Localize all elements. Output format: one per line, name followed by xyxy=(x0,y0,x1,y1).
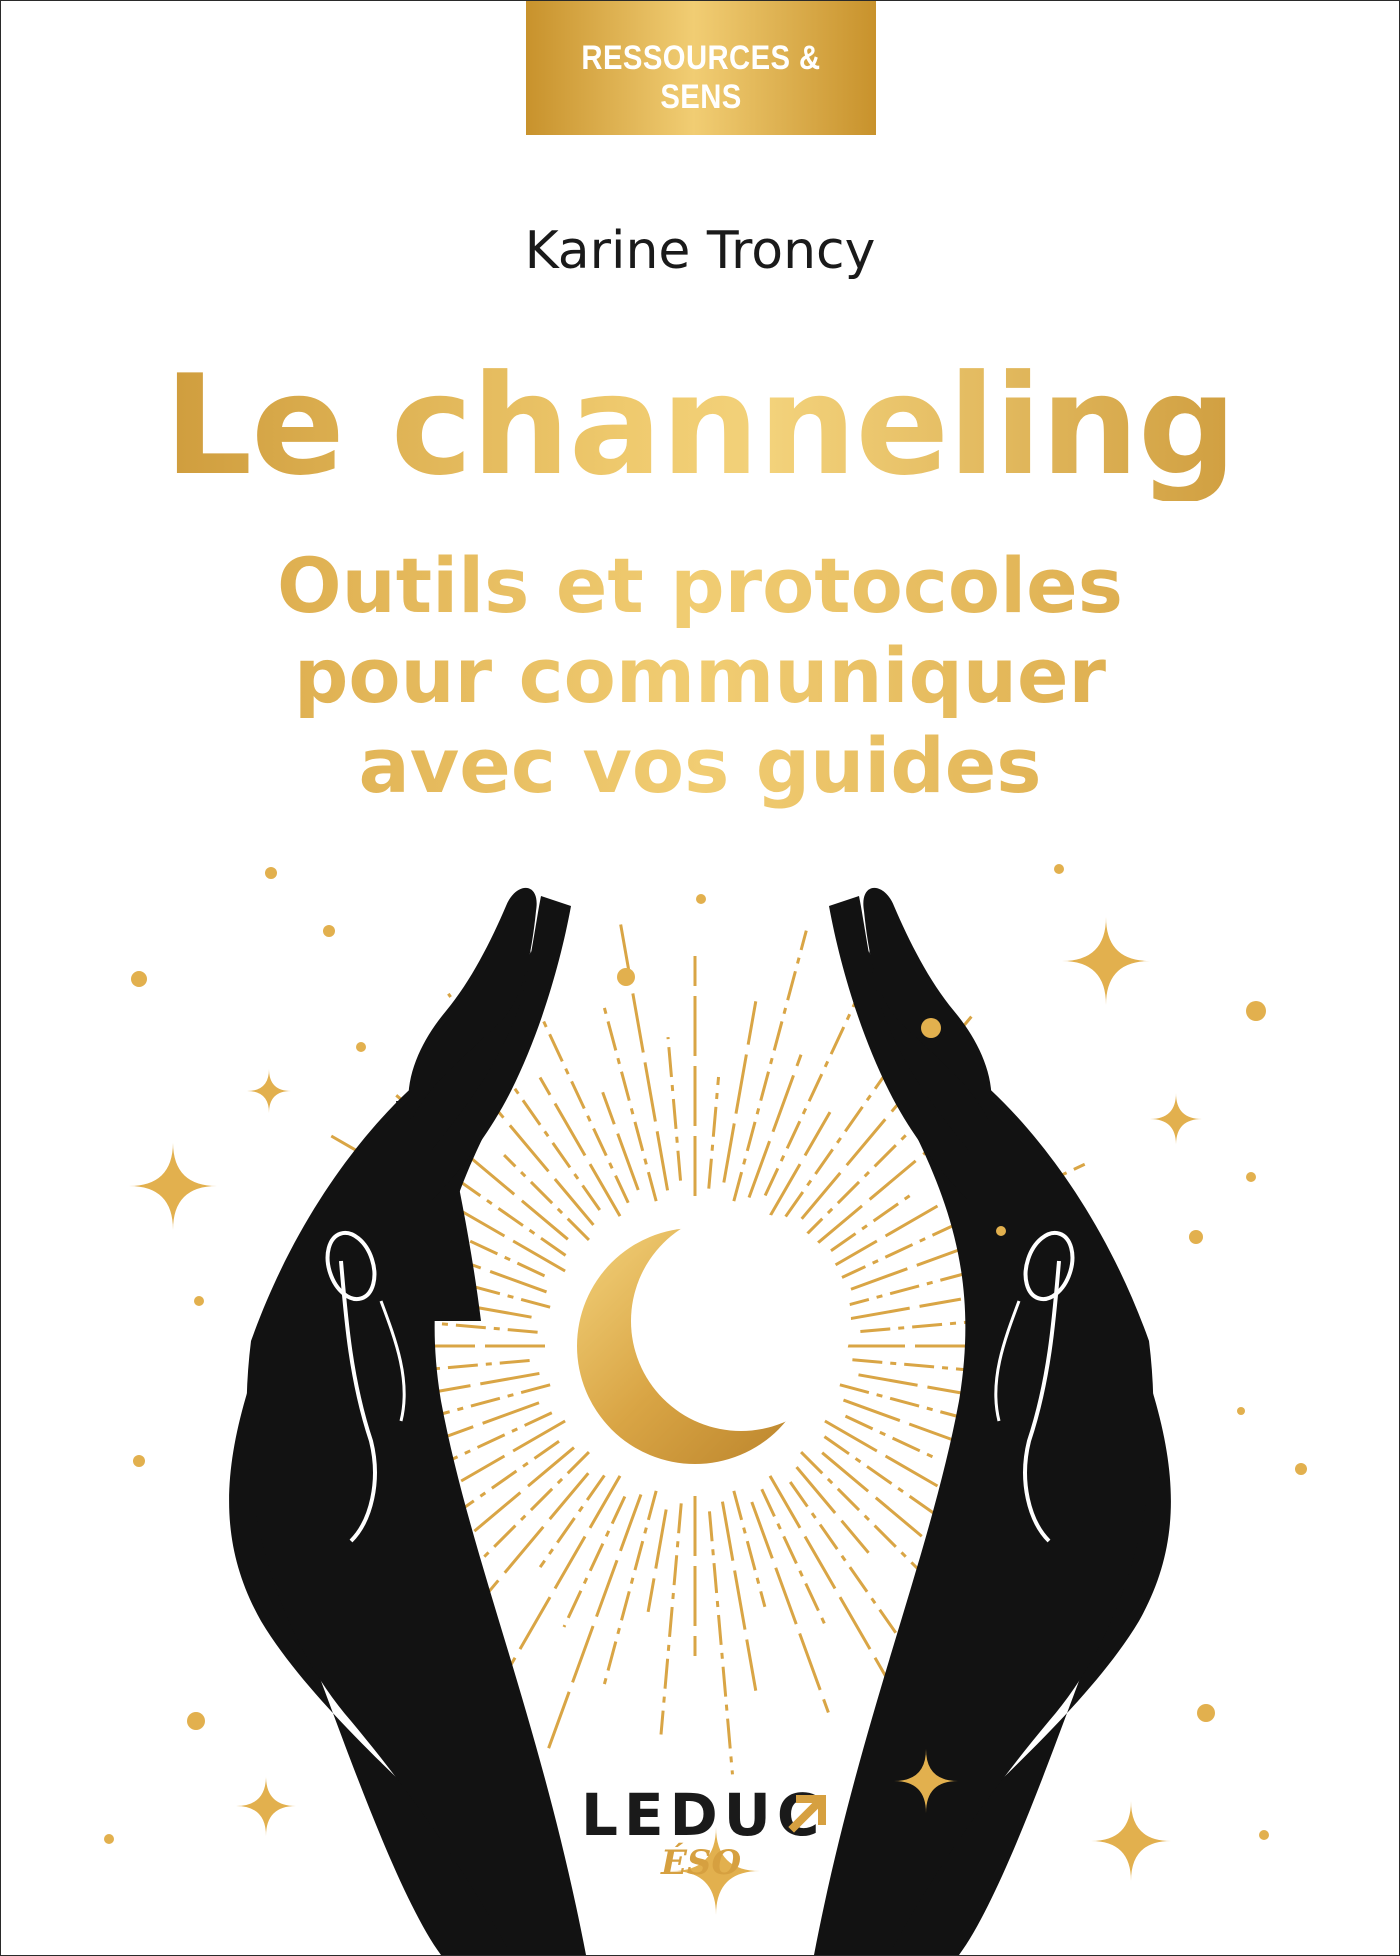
sun-ray xyxy=(666,1037,683,1181)
gold-dot xyxy=(187,1712,205,1730)
sparkle-star-icon xyxy=(247,1069,291,1113)
sparkle-star-icon xyxy=(129,1142,217,1230)
arrow-icon xyxy=(788,1795,826,1833)
gold-dot xyxy=(1237,1407,1245,1415)
cover-illustration xyxy=(104,864,1307,1955)
sun-ray xyxy=(720,1501,758,1691)
sun-ray xyxy=(850,1297,962,1321)
gold-dot xyxy=(1246,1172,1256,1182)
gold-dot xyxy=(356,1042,366,1052)
gold-dot xyxy=(265,867,277,879)
gold-dot xyxy=(104,1834,114,1844)
publisher-logo: LEDUC ÉSO xyxy=(581,1781,826,1891)
sun-ray xyxy=(528,991,630,1204)
sun-ray xyxy=(646,1509,668,1613)
gold-dot xyxy=(133,1455,145,1467)
gold-dot xyxy=(1259,1830,1269,1840)
book-cover: RESSOURCES & SENS Karine Troncy Le chann… xyxy=(0,0,1400,1956)
sun-ray xyxy=(722,1001,758,1183)
sparkle-star-icon xyxy=(1150,1093,1202,1145)
gold-dot xyxy=(1189,1230,1203,1244)
sun-ray xyxy=(425,1358,530,1372)
hand-right xyxy=(814,887,1171,1955)
gold-dot xyxy=(131,971,147,987)
gold-dot xyxy=(696,894,706,904)
sun-ray xyxy=(788,1481,897,1634)
sparkle-star-icon xyxy=(1091,1801,1171,1881)
sun-ray xyxy=(800,1125,916,1241)
sun-ray xyxy=(763,991,862,1197)
sun-ray xyxy=(659,1503,683,1735)
gold-dot xyxy=(194,1296,204,1306)
gold-dot xyxy=(1197,1704,1215,1722)
crescent-moon-icon xyxy=(577,1211,851,1464)
gold-dot xyxy=(323,925,335,937)
gold-dot xyxy=(1295,1463,1307,1475)
sun-ray xyxy=(707,1076,721,1189)
gold-dot xyxy=(1246,1001,1266,1021)
gold-dot xyxy=(1054,864,1064,874)
sun-ray xyxy=(546,1493,643,1751)
gold-dot xyxy=(617,968,635,986)
sparkle-star-icon xyxy=(1062,917,1150,1005)
sun-ray xyxy=(844,1414,941,1462)
gold-dot xyxy=(921,1018,941,1038)
gold-dot xyxy=(996,1226,1006,1236)
sun-ray xyxy=(707,1511,734,1775)
sparkle-star-icon xyxy=(236,1776,296,1836)
publisher-imprint: ÉSO xyxy=(661,1843,742,1883)
sun-ray xyxy=(601,1091,640,1191)
sun-ray xyxy=(456,1446,575,1547)
